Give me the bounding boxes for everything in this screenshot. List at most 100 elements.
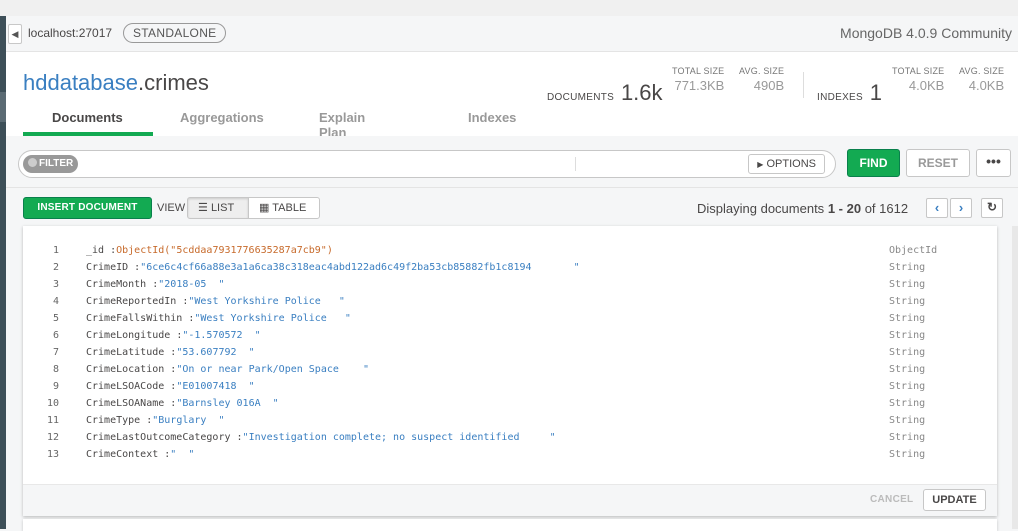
field-name: CrimeLatitude: [86, 347, 165, 358]
next-document-card[interactable]: [23, 519, 997, 531]
avg-size-value: 490B: [753, 78, 785, 93]
field-type: String: [889, 330, 926, 341]
field-key[interactable]: CrimeLastOutcomeCategory :"Investigation…: [86, 432, 556, 443]
field-key[interactable]: _id :ObjectId("5cddaa7931776635287a7cb9"…: [86, 245, 333, 256]
field-colon: :: [230, 432, 243, 443]
tab-aggregations[interactable]: Aggregations: [180, 110, 264, 125]
field-name: CrimeFallsWithin: [86, 313, 183, 324]
line-number: 9: [52, 381, 59, 392]
document-field-row[interactable]: 13 CrimeContext :" " String: [23, 449, 997, 466]
indexes-count: 1: [869, 80, 883, 105]
line-number: 8: [52, 364, 59, 375]
documents-count: 1.6k: [620, 80, 663, 105]
document-footer: CANCEL UPDATE: [23, 484, 997, 516]
field-name: CrimeLastOutcomeCategory: [86, 432, 231, 443]
document-field-row[interactable]: 5 CrimeFallsWithin :"West Yorkshire Polic…: [23, 313, 997, 330]
display-prefix: Displaying documents: [697, 201, 825, 216]
more-options-button[interactable]: •••: [976, 149, 1011, 177]
prev-page-button[interactable]: ‹: [926, 198, 948, 218]
line-number: 12: [46, 432, 59, 443]
table-view-button[interactable]: ▦ TABLE: [248, 197, 320, 219]
table-label: TABLE: [272, 202, 307, 214]
field-value[interactable]: " ": [170, 449, 194, 460]
document-field-row[interactable]: 6 CrimeLongitude :"-1.570572 " String: [23, 330, 997, 347]
document-field-row[interactable]: 3 CrimeMonth :"2018-05 " String: [23, 279, 997, 296]
document-field-row[interactable]: 8 CrimeLocation :"On or near Park/Open Sp…: [23, 364, 997, 381]
field-value[interactable]: "2018-05 ": [158, 279, 224, 290]
tab-documents[interactable]: Documents: [52, 110, 123, 125]
field-key[interactable]: CrimeContext :" ": [86, 449, 194, 460]
field-value[interactable]: "Investigation complete; no suspect iden…: [243, 432, 556, 443]
field-value[interactable]: "6ce6c4cf66a88e3a1a6ca38c318eac4abd122ad…: [140, 262, 580, 273]
cancel-button[interactable]: CANCEL: [870, 494, 913, 505]
scrollbar-track[interactable]: [1012, 226, 1018, 529]
options-button[interactable]: ▶ OPTIONS: [748, 154, 825, 174]
document-field-row[interactable]: 1 _id :ObjectId("5cddaa7931776635287a7cb9…: [23, 245, 997, 262]
next-page-button[interactable]: ›: [950, 198, 972, 218]
insert-document-button[interactable]: INSERT DOCUMENT: [23, 197, 152, 219]
field-colon: :: [182, 313, 195, 324]
database-name[interactable]: hddatabase: [23, 70, 138, 95]
document-field-row[interactable]: 9 CrimeLSOACode :"E01007418 " String: [23, 381, 997, 398]
field-colon: :: [158, 449, 171, 460]
field-value[interactable]: "Burglary ": [152, 415, 224, 426]
avg-size-label: AVG. SIZE: [739, 66, 785, 76]
field-key[interactable]: CrimeLongitude :"-1.570572 ": [86, 330, 261, 341]
filter-separator: [575, 157, 576, 171]
document-actions-bar: INSERT DOCUMENT VIEW ☰ LIST ▦ TABLE Disp…: [6, 188, 1018, 226]
tab-indexes[interactable]: Indexes: [468, 110, 516, 125]
filter-label: FILTER: [39, 158, 74, 169]
index-avg-size-value: 4.0KB: [968, 78, 1005, 93]
collection-header: hddatabase.crimes DOCUMENTS 1.6k TOTAL S…: [6, 52, 1018, 140]
field-key[interactable]: CrimeMonth :"2018-05 ": [86, 279, 225, 290]
document-field-row[interactable]: 4 CrimeReportedIn :"West Yorkshire Police…: [23, 296, 997, 313]
field-value[interactable]: "53.607792 ": [176, 347, 254, 358]
collection-title: hddatabase.crimes: [23, 70, 209, 96]
caret-right-icon: ▶: [757, 160, 764, 169]
document-field-row[interactable]: 2 CrimeID :"6ce6c4cf66a88e3a1a6ca38c318ea…: [23, 262, 997, 279]
field-key[interactable]: CrimeType :"Burglary ": [86, 415, 224, 426]
document-field-row[interactable]: 12 CrimeLastOutcomeCategory :"Investigati…: [23, 432, 997, 449]
field-value[interactable]: "West Yorkshire Police ": [194, 313, 351, 324]
find-button[interactable]: FIND: [847, 149, 900, 177]
filter-input[interactable]: [89, 154, 569, 174]
refresh-button[interactable]: ↻: [981, 198, 1003, 218]
field-value[interactable]: "West Yorkshire Police ": [188, 296, 345, 307]
field-name: CrimeID: [86, 262, 129, 273]
field-key[interactable]: CrimeID :"6ce6c4cf66a88e3a1a6ca38c318eac…: [86, 262, 580, 273]
documents-stat: DOCUMENTS 1.6k: [547, 80, 663, 106]
field-key[interactable]: CrimeLocation :"On or near Park/Open Spa…: [86, 364, 369, 375]
list-view-button[interactable]: ☰ LIST: [187, 197, 249, 219]
field-type: String: [889, 398, 926, 409]
filter-pill: FILTER: [23, 155, 79, 173]
field-key[interactable]: CrimeFallsWithin :"West Yorkshire Police…: [86, 313, 351, 324]
field-value[interactable]: "E01007418 ": [176, 381, 254, 392]
field-colon: :: [104, 245, 117, 256]
collapse-sidebar-button[interactable]: ◀: [8, 24, 22, 44]
chevron-left-icon: ‹: [934, 200, 940, 215]
document-field-row[interactable]: 11 CrimeType :"Burglary " String: [23, 415, 997, 432]
refresh-icon: ↻: [986, 200, 998, 214]
document-field-row[interactable]: 10 CrimeLSOAName :"Barnsley 016A " String: [23, 398, 997, 415]
field-key[interactable]: CrimeLatitude :"53.607792 ": [86, 347, 255, 358]
field-type: String: [889, 415, 926, 426]
filter-box[interactable]: FILTER ▶ OPTIONS: [18, 150, 836, 178]
field-key[interactable]: CrimeLSOAName :"Barnsley 016A ": [86, 398, 279, 409]
field-value[interactable]: "Barnsley 016A ": [176, 398, 278, 409]
reset-button[interactable]: RESET: [906, 149, 970, 177]
field-value[interactable]: ObjectId("5cddaa7931776635287a7cb9"): [116, 245, 333, 256]
document-card[interactable]: 1 _id :ObjectId("5cddaa7931776635287a7cb9…: [23, 226, 997, 516]
document-field-row[interactable]: 7 CrimeLatitude :"53.607792 " String: [23, 347, 997, 364]
field-name: CrimeLSOACode: [86, 381, 165, 392]
update-button[interactable]: UPDATE: [923, 489, 986, 511]
field-value[interactable]: "-1.570572 ": [182, 330, 260, 341]
field-key[interactable]: CrimeReportedIn :"West Yorkshire Police …: [86, 296, 345, 307]
list-icon: ☰: [198, 202, 208, 214]
line-number: 1: [52, 245, 59, 256]
chevron-right-icon: ›: [958, 200, 964, 215]
field-value[interactable]: "On or near Park/Open Space ": [176, 364, 369, 375]
version-label: MongoDB 4.0.9 Community: [840, 25, 1012, 41]
field-name: _id: [86, 245, 105, 256]
line-number: 2: [52, 262, 59, 273]
field-key[interactable]: CrimeLSOACode :"E01007418 ": [86, 381, 255, 392]
